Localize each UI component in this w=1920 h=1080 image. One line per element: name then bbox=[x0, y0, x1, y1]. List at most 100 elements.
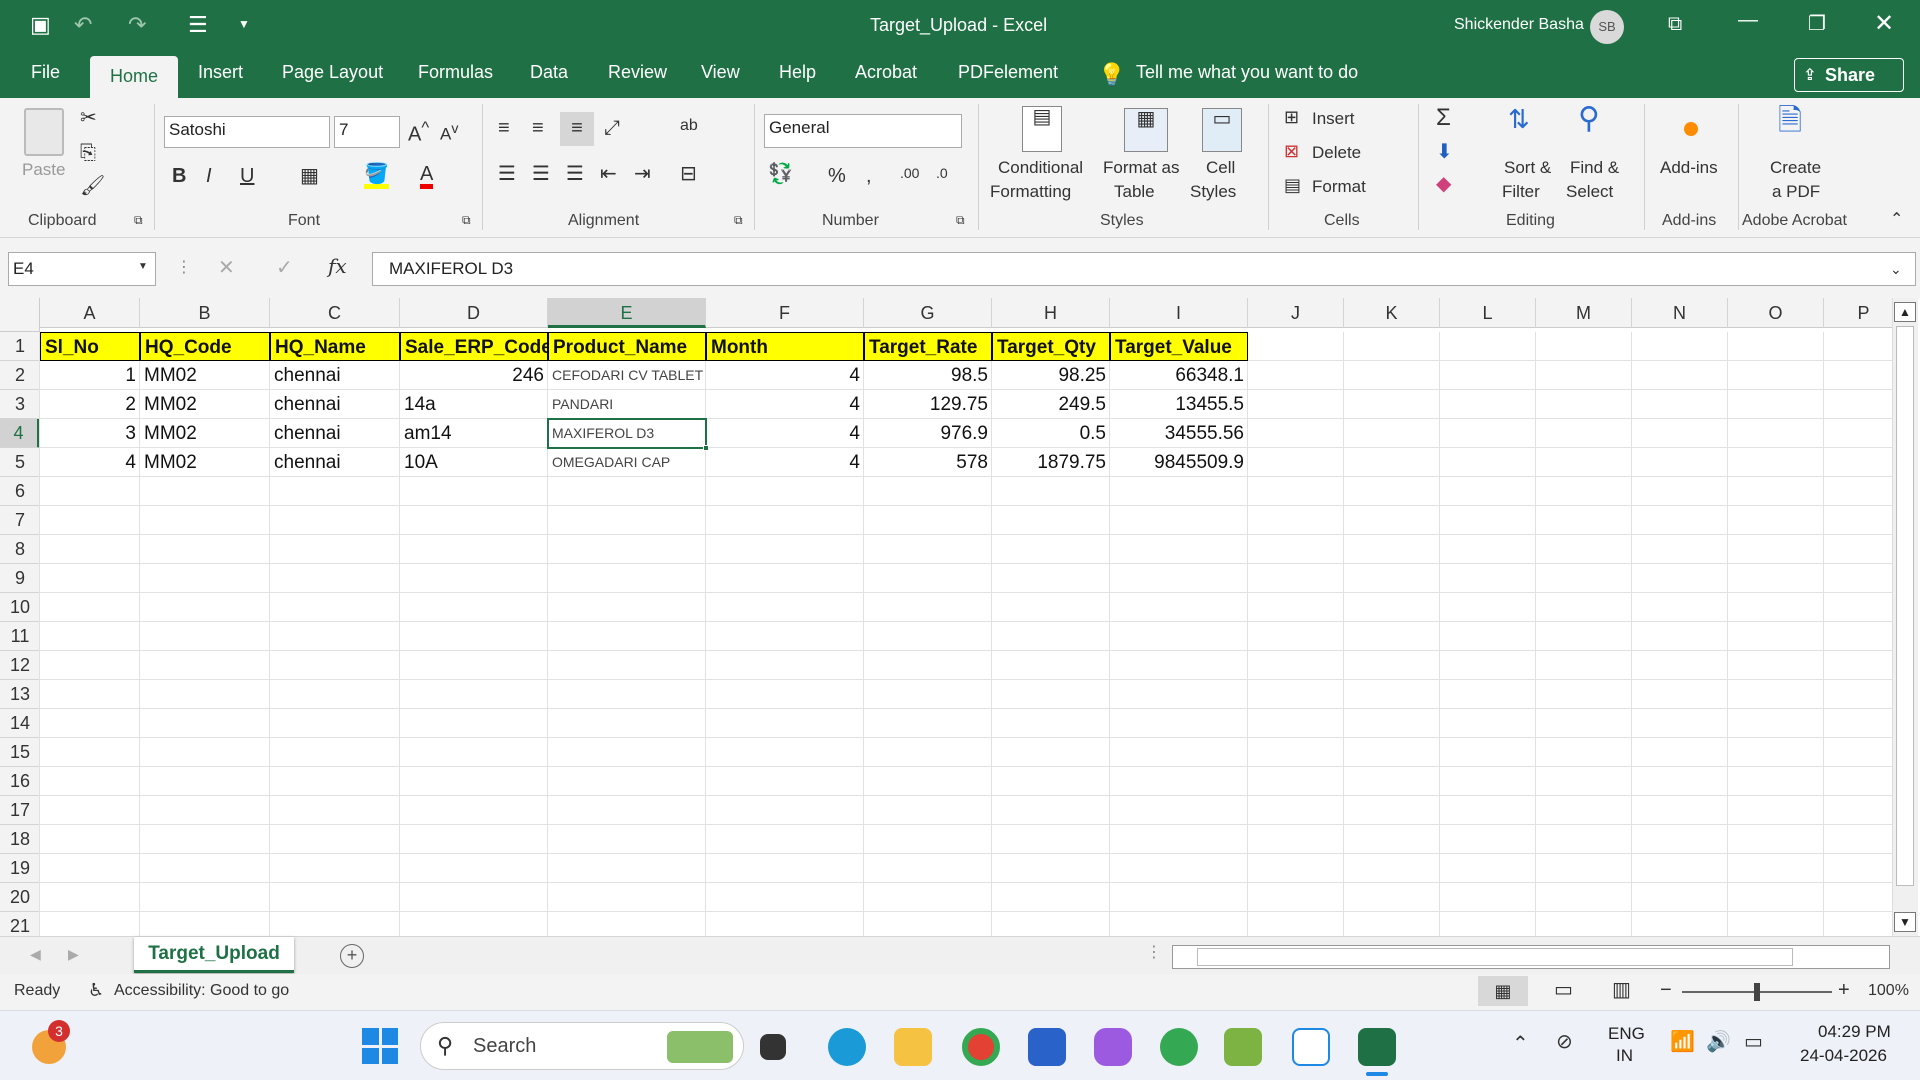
insert-cells-icon[interactable]: ⊞ bbox=[1284, 108, 1299, 126]
accessibility-status[interactable]: Accessibility: Good to go bbox=[114, 982, 289, 1000]
row-header-14[interactable]: 14 bbox=[0, 709, 40, 738]
row-header-1[interactable]: 1 bbox=[0, 332, 40, 361]
header-cell-sl-no[interactable]: Sl_No bbox=[40, 332, 140, 361]
paste-icon[interactable] bbox=[24, 108, 64, 156]
data-cell[interactable]: 13455.5 bbox=[1110, 390, 1248, 419]
scroll-down-icon[interactable]: ▼ bbox=[1894, 912, 1916, 932]
font-size-select[interactable]: 7 bbox=[334, 116, 400, 148]
data-cell[interactable]: 9845509.9 bbox=[1110, 448, 1248, 477]
scroll-right-icon[interactable]: ▶ bbox=[68, 947, 79, 961]
name-box[interactable]: E4 bbox=[8, 252, 156, 286]
sheet-tab-target-upload[interactable]: Target_Upload bbox=[134, 937, 294, 973]
restore-icon[interactable]: ❐ bbox=[1808, 14, 1826, 34]
align-right-icon[interactable]: ☰ bbox=[566, 164, 584, 184]
tab-acrobat[interactable]: Acrobat bbox=[855, 62, 917, 83]
show-hidden-icons[interactable]: ⌃ bbox=[1512, 1034, 1529, 1054]
find-select-button[interactable]: Find & bbox=[1570, 158, 1619, 178]
clock-date[interactable]: 24-04-2026 bbox=[1800, 1046, 1887, 1066]
column-header-b[interactable]: B bbox=[140, 298, 270, 328]
alignment-launcher-icon[interactable]: ⧉ bbox=[734, 214, 743, 226]
tab-pdfelement[interactable]: PDFelement bbox=[958, 62, 1058, 83]
tell-me-search[interactable]: Tell me what you want to do bbox=[1136, 62, 1358, 83]
tab-formulas[interactable]: Formulas bbox=[418, 62, 493, 83]
header-cell-hq-name[interactable]: HQ_Name bbox=[270, 332, 400, 361]
data-cell[interactable]: MM02 bbox=[140, 448, 270, 477]
conditional-formatting-button[interactable]: Conditional bbox=[998, 158, 1083, 178]
row-header-8[interactable]: 8 bbox=[0, 535, 40, 564]
zoom-slider[interactable] bbox=[1682, 983, 1832, 1001]
scrollbar-thumb[interactable] bbox=[1197, 948, 1793, 966]
expand-formula-icon[interactable]: ⌄ bbox=[1890, 262, 1902, 276]
column-header-l[interactable]: L bbox=[1440, 298, 1536, 328]
data-cell[interactable]: 129.75 bbox=[864, 390, 992, 419]
tab-page-layout[interactable]: Page Layout bbox=[282, 62, 383, 83]
data-cell[interactable]: 98.5 bbox=[864, 361, 992, 390]
zoom-in-icon[interactable]: + bbox=[1838, 980, 1850, 1000]
increase-indent-icon[interactable]: ⇥ bbox=[634, 164, 651, 184]
battery-icon[interactable]: ▭ bbox=[1744, 1032, 1763, 1052]
enter-icon[interactable]: ✓ bbox=[276, 258, 293, 278]
row-header-10[interactable]: 10 bbox=[0, 593, 40, 622]
save-icon[interactable]: ▣ bbox=[30, 14, 51, 36]
active-cell-e4[interactable] bbox=[547, 418, 707, 449]
file-explorer-icon[interactable] bbox=[894, 1028, 932, 1066]
data-cell[interactable]: am14 bbox=[400, 419, 548, 448]
format-as-table-icon[interactable]: ▦ bbox=[1124, 108, 1168, 152]
normal-view-icon[interactable]: ▦ bbox=[1478, 976, 1528, 1006]
cut-icon[interactable]: ✂ bbox=[80, 108, 97, 128]
fill-handle[interactable] bbox=[703, 445, 709, 451]
merge-center-icon[interactable]: ⊟ bbox=[680, 164, 697, 184]
row-header-19[interactable]: 19 bbox=[0, 854, 40, 883]
cancel-icon[interactable]: ✕ bbox=[218, 258, 235, 278]
data-cell[interactable]: MM02 bbox=[140, 390, 270, 419]
data-cell[interactable]: 2 bbox=[40, 390, 140, 419]
data-cell[interactable]: MM02 bbox=[140, 361, 270, 390]
copilot-icon[interactable] bbox=[1094, 1028, 1132, 1066]
align-center-icon[interactable]: ☰ bbox=[532, 164, 550, 184]
tab-insert[interactable]: Insert bbox=[198, 62, 243, 83]
chrome-icon[interactable] bbox=[962, 1028, 1000, 1066]
borders-icon[interactable]: ▦ bbox=[300, 166, 319, 186]
column-header-f[interactable]: F bbox=[706, 298, 864, 328]
taskbar-search[interactable]: ⚲ Search bbox=[420, 1022, 744, 1070]
number-launcher-icon[interactable]: ⧉ bbox=[956, 214, 965, 226]
row-header-3[interactable]: 3 bbox=[0, 390, 40, 419]
data-cell[interactable]: chennai bbox=[270, 390, 400, 419]
header-cell-target-rate[interactable]: Target_Rate bbox=[864, 332, 992, 361]
volume-icon[interactable]: 🔊 bbox=[1706, 1032, 1731, 1052]
column-header-i[interactable]: I bbox=[1110, 298, 1248, 328]
row-header-9[interactable]: 9 bbox=[0, 564, 40, 593]
orientation-icon[interactable]: ⤢ bbox=[604, 118, 620, 138]
increase-font-icon[interactable]: A^ bbox=[408, 119, 429, 145]
worksheet-grid[interactable]: A B C D E F G H I J K L M N O P 1 2 3 4 5 6 7 8 9 10 11 12 13 14 15 16 1… bbox=[0, 298, 1920, 936]
autosum-icon[interactable]: Σ bbox=[1436, 106, 1451, 130]
addins-button[interactable]: Add-ins bbox=[1660, 158, 1718, 178]
column-header-a[interactable]: A bbox=[40, 298, 140, 328]
cell-styles-button[interactable]: Cell bbox=[1206, 158, 1235, 178]
row-header-16[interactable]: 16 bbox=[0, 767, 40, 796]
tab-view[interactable]: View bbox=[701, 62, 740, 83]
column-header-o[interactable]: O bbox=[1728, 298, 1824, 328]
font-launcher-icon[interactable]: ⧉ bbox=[462, 214, 471, 226]
top-align-icon[interactable]: ≡ bbox=[498, 118, 510, 138]
data-cell[interactable]: 10A bbox=[400, 448, 548, 477]
delete-cells-icon[interactable]: ⊠ bbox=[1284, 142, 1299, 160]
customize-qat-icon[interactable]: ▼ bbox=[238, 18, 250, 30]
page-break-view-icon[interactable]: ▥ bbox=[1612, 980, 1631, 1000]
data-cell[interactable]: 66348.1 bbox=[1110, 361, 1248, 390]
data-cell[interactable]: 4 bbox=[706, 419, 864, 448]
number-format-select[interactable]: General bbox=[764, 114, 962, 148]
data-cell[interactable]: 1879.75 bbox=[992, 448, 1110, 477]
zoom-slider-thumb[interactable] bbox=[1754, 983, 1760, 1001]
row-header-2[interactable]: 2 bbox=[0, 361, 40, 390]
conditional-formatting-icon[interactable]: ▤ bbox=[1022, 106, 1062, 152]
format-as-table-button[interactable]: Format as bbox=[1103, 158, 1180, 178]
row-header-6[interactable]: 6 bbox=[0, 477, 40, 506]
format-painter-icon[interactable]: 🖌 bbox=[80, 176, 105, 196]
column-header-c[interactable]: C bbox=[270, 298, 400, 328]
underline-icon[interactable]: U bbox=[240, 166, 254, 186]
font-color-icon[interactable]: A bbox=[420, 164, 434, 189]
notepad-icon[interactable] bbox=[1224, 1028, 1262, 1066]
data-cell[interactable]: MM02 bbox=[140, 419, 270, 448]
decrease-indent-icon[interactable]: ⇤ bbox=[600, 164, 617, 184]
